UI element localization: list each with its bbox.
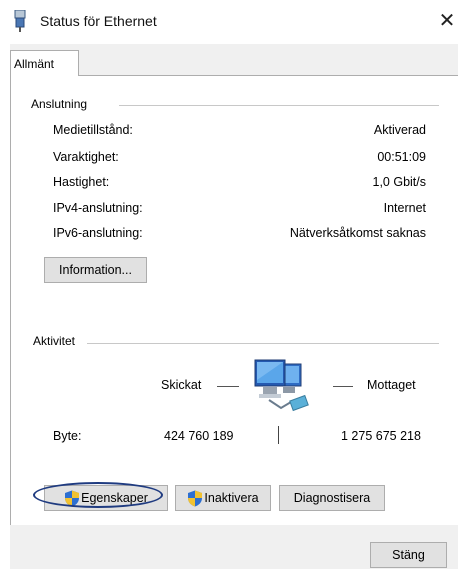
ipv4-value: Internet [383,201,426,215]
diagnose-button[interactable]: Diagnostisera [279,485,385,511]
connection-group-label: Anslutning [31,97,92,111]
tab-allmant[interactable]: Allmänt [10,50,79,76]
speed-value: 1,0 Gbit/s [372,175,427,189]
bytes-divider [278,426,279,444]
uac-shield-icon [188,490,203,506]
tab-panel: Anslutning Medietillstånd: Aktiverad Var… [10,75,458,525]
information-button[interactable]: Information... [44,257,147,283]
media-state-value: Aktiverad [373,123,426,137]
sent-label: Skickat [161,378,202,392]
network-computers-icon [254,359,309,412]
group-divider [87,343,439,344]
tab-label: Allmänt [14,57,55,71]
disable-button[interactable]: Inaktivera [175,485,271,511]
close-dialog-button[interactable]: Stäng [370,542,447,568]
sent-dash [217,386,239,387]
disable-button-label: Inaktivera [204,491,259,505]
properties-button-label: Egenskaper [81,491,148,505]
activity-group-label: Aktivitet [33,334,80,348]
network-connector-icon [14,10,26,32]
media-state-label: Medietillstånd: [53,123,133,137]
close-window-button[interactable]: ✕ [436,8,458,32]
group-divider [119,105,439,106]
window-title: Status för Ethernet [40,13,157,29]
duration-label: Varaktighet: [53,150,119,164]
speed-label: Hastighet: [53,175,110,189]
received-dash [333,386,353,387]
ipv6-value: Nätverksåtkomst saknas [289,226,426,240]
ipv4-label: IPv4-anslutning: [53,201,143,215]
received-label: Mottaget [367,378,416,392]
bytes-sent-value: 424 760 189 [164,429,234,443]
duration-value: 00:51:09 [377,150,426,164]
properties-button[interactable]: Egenskaper [44,485,168,511]
title-bar: Status för Ethernet ✕ [0,0,458,44]
bytes-received-value: 1 275 675 218 [341,429,421,443]
bytes-label: Byte: [53,429,82,443]
ipv6-label: IPv6-anslutning: [53,226,143,240]
uac-shield-icon [65,490,80,506]
